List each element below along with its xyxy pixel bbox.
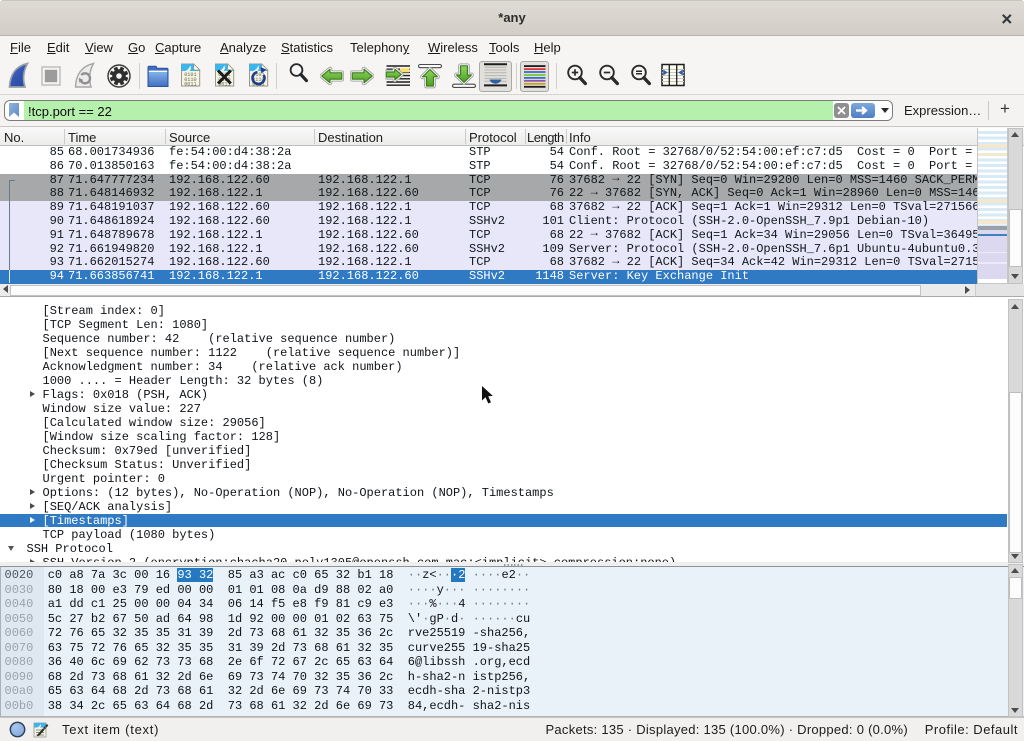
svg-text:0011: 0011 bbox=[184, 82, 196, 88]
